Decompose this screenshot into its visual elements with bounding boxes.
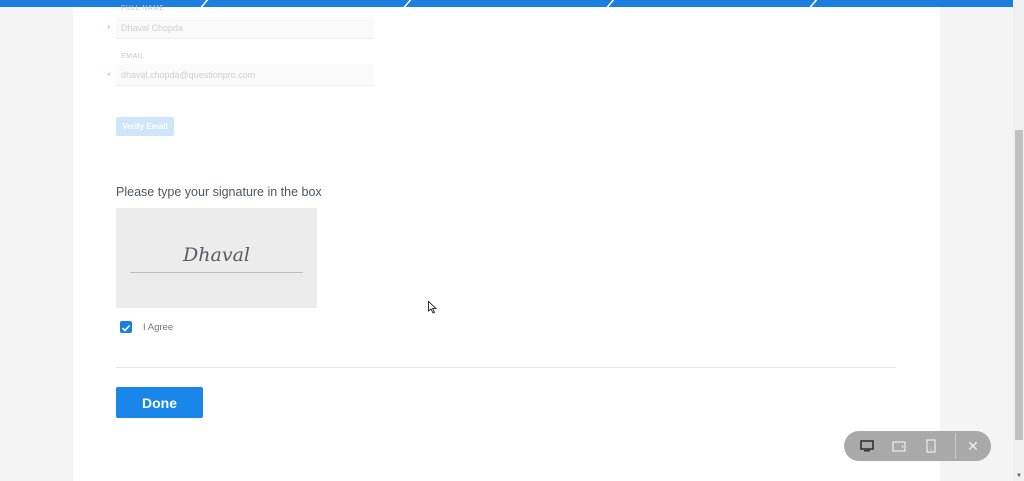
tablet-preview-button[interactable] [884, 431, 914, 461]
agree-label[interactable]: I Agree [143, 322, 173, 333]
signature-box[interactable]: Dhaval [116, 208, 317, 308]
mobile-icon [926, 439, 936, 453]
required-mark: * [107, 71, 111, 81]
required-mark: * [107, 24, 111, 34]
scrollbar-thumb[interactable] [1015, 130, 1023, 440]
mouse-cursor-icon [428, 301, 437, 314]
mobile-preview-button[interactable] [916, 431, 946, 461]
check-icon [121, 324, 131, 332]
signature-prompt: Please type your signature in the box [116, 185, 322, 199]
divider [806, 0, 820, 7]
scrollbar[interactable]: ▼ [1013, 0, 1024, 481]
email-label: EMAIL [121, 53, 145, 60]
signature-text: Dhaval [183, 244, 250, 266]
divider [116, 367, 896, 368]
divider [955, 433, 956, 459]
divider [197, 0, 211, 7]
done-button[interactable]: Done [116, 387, 203, 418]
desktop-preview-button[interactable] [852, 431, 882, 461]
scroll-down-arrow-icon[interactable]: ▼ [1016, 473, 1022, 479]
divider [400, 0, 414, 7]
close-icon: ✕ [967, 437, 979, 454]
agree-checkbox[interactable] [120, 321, 132, 333]
full-name-input[interactable]: Dhaval Chopda [116, 17, 374, 39]
divider [603, 0, 617, 7]
desktop-icon [860, 440, 874, 452]
full-name-label: FULL NAME [121, 5, 165, 12]
verify-email-button[interactable]: Verify Email [116, 117, 174, 136]
email-input[interactable]: dhaval.chopda@questionpro.com [116, 64, 374, 86]
tablet-icon [892, 440, 906, 452]
close-preview-button[interactable]: ✕ [958, 431, 988, 461]
signature-line [130, 272, 303, 273]
device-preview-toolbar: ✕ [844, 431, 991, 461]
